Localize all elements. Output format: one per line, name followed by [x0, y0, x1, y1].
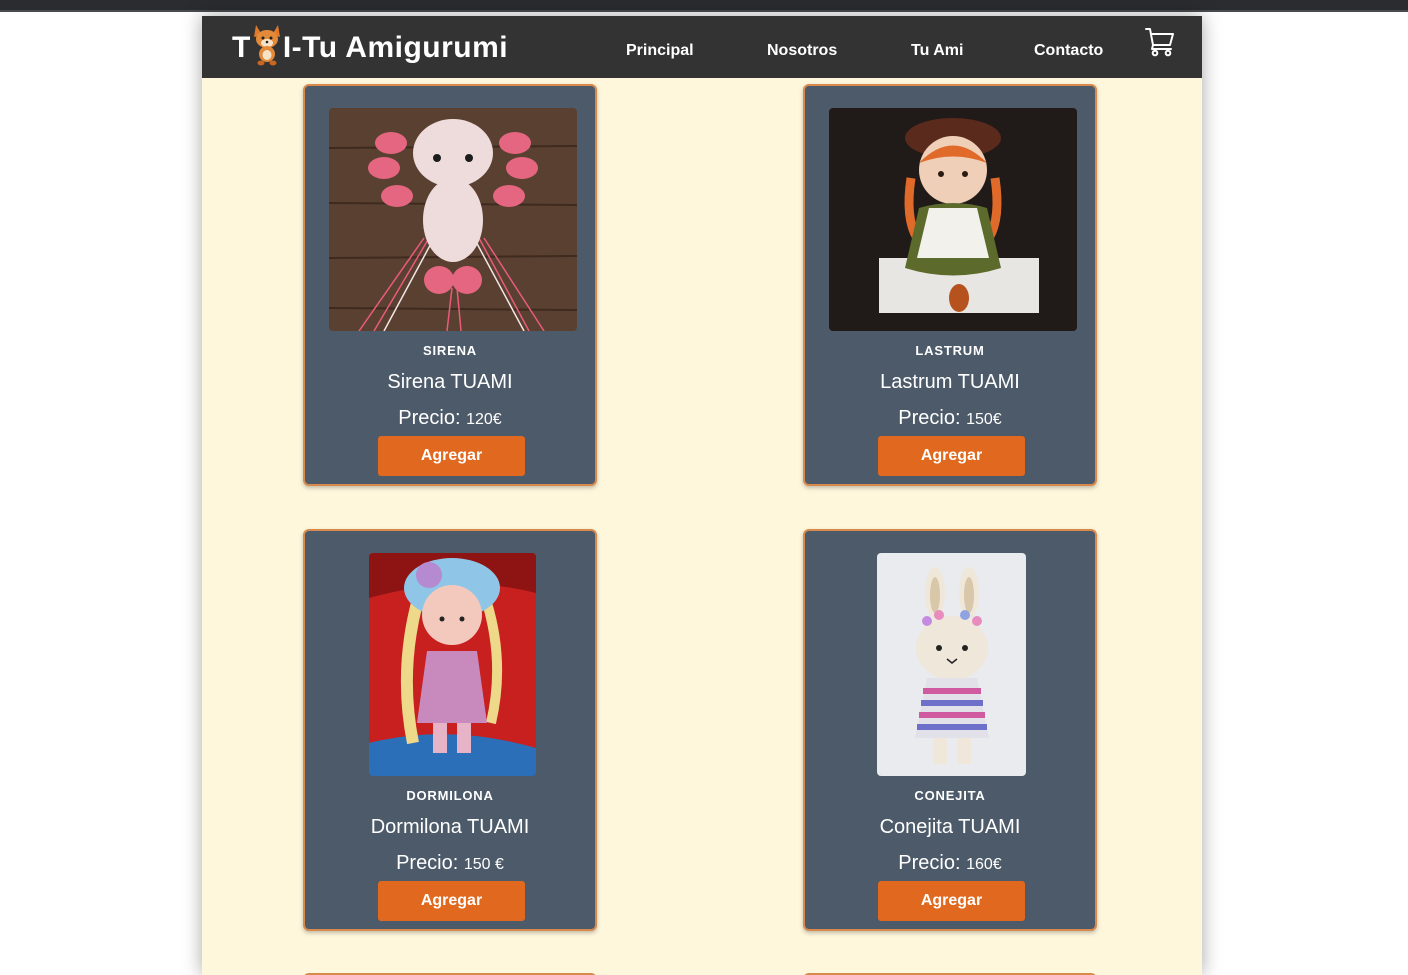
- cart-icon[interactable]: [1144, 26, 1176, 58]
- product-card-dormilona: DORMILONA Dormilona TUAMI Precio: 150 € …: [303, 529, 597, 931]
- add-to-cart-button[interactable]: Agregar: [878, 436, 1025, 476]
- price-label: Precio:: [396, 852, 459, 874]
- product-name: Lastrum TUAMI: [880, 371, 1020, 393]
- add-to-cart-button[interactable]: Agregar: [378, 436, 525, 476]
- product-tag: SIRENA: [423, 343, 477, 358]
- nav-tu-ami[interactable]: Tu Ami: [911, 42, 963, 60]
- price-value: 150€: [966, 411, 1002, 428]
- product-name: Conejita TUAMI: [879, 816, 1021, 838]
- product-tag: CONEJITA: [914, 788, 986, 803]
- product-name: Sirena TUAMI: [387, 371, 513, 393]
- product-card-conejita: CONEJITA Conejita TUAMI Precio: 160€ Agr…: [803, 529, 1097, 931]
- product-price: Precio: 150 €: [305, 852, 595, 875]
- add-to-cart-button[interactable]: Agregar: [378, 881, 525, 921]
- product-price: Precio: 120€: [305, 407, 595, 430]
- product-tag: DORMILONA: [406, 788, 494, 803]
- price-label: Precio:: [898, 407, 961, 429]
- nav-nosotros[interactable]: Nosotros: [767, 42, 837, 60]
- product-image-lastrum: [829, 108, 1077, 331]
- product-tag: LASTRUM: [915, 343, 985, 358]
- product-price: Precio: 150€: [805, 407, 1095, 430]
- nav-principal[interactable]: Principal: [626, 42, 694, 60]
- product-name: Dormilona TUAMI: [370, 816, 530, 838]
- price-value: 120€: [466, 411, 502, 428]
- price-label: Precio:: [898, 852, 961, 874]
- fox-icon: [249, 21, 285, 67]
- product-image-dormilona: [369, 553, 536, 776]
- brand-suffix: I-Tu Amigurumi: [282, 31, 509, 64]
- add-to-cart-button[interactable]: Agregar: [878, 881, 1025, 921]
- brand-logo[interactable]: T I-Tu Amigurumi: [232, 25, 509, 66]
- price-value: 160€: [966, 856, 1002, 873]
- nav-contacto[interactable]: Contacto: [1034, 42, 1103, 60]
- navbar: T I-Tu Amigurumi Principal Nosotros Tu A…: [202, 16, 1202, 78]
- page-container: T I-Tu Amigurumi Principal Nosotros Tu A…: [202, 16, 1202, 975]
- product-image-conejita: [877, 553, 1026, 776]
- price-value: 150 €: [463, 856, 504, 873]
- product-card-lastrum: LASTRUM Lastrum TUAMI Precio: 150€ Agreg…: [803, 84, 1097, 486]
- price-label: Precio:: [398, 407, 461, 429]
- product-card-sirena: SIRENA Sirena TUAMI Precio: 120€ Agregar: [303, 84, 597, 486]
- browser-top-bar: [0, 0, 1408, 12]
- product-price: Precio: 160€: [805, 852, 1095, 875]
- product-image-sirena: [329, 108, 577, 331]
